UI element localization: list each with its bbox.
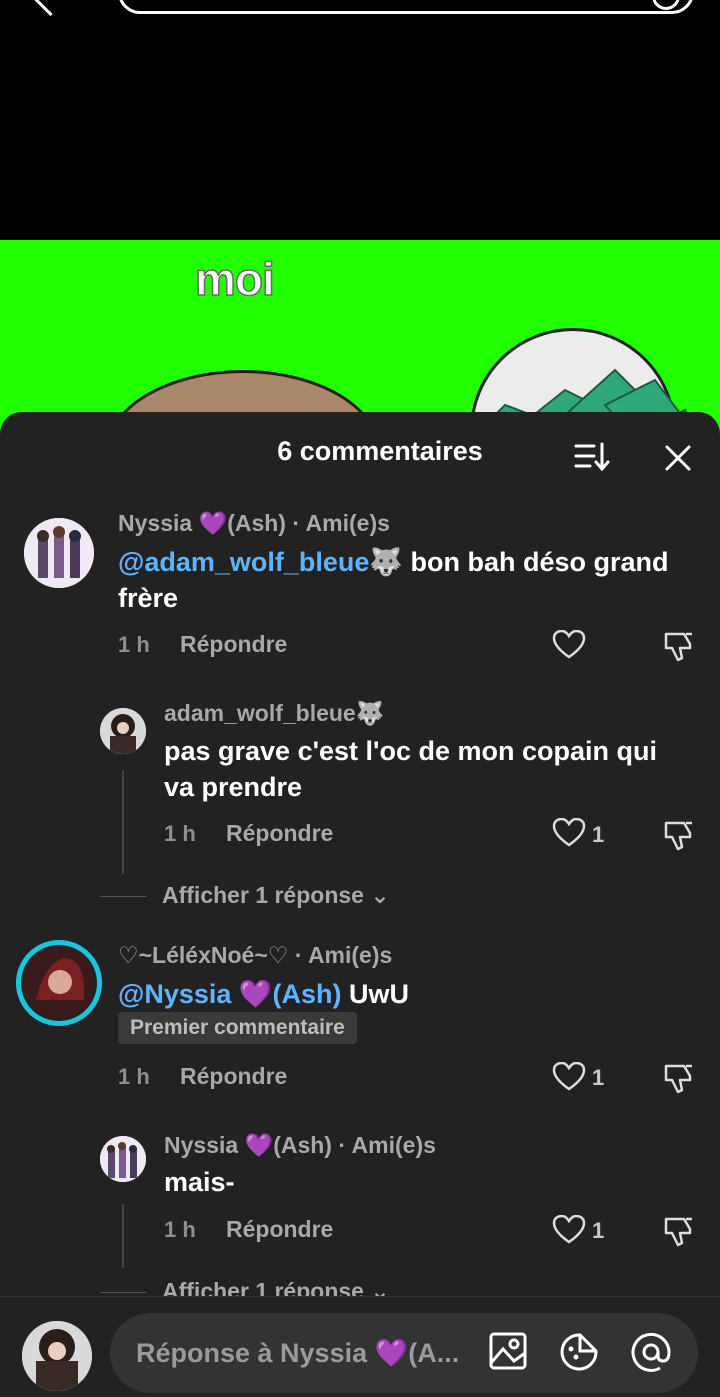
avatar[interactable]	[100, 708, 146, 754]
dislike-icon[interactable]	[662, 628, 696, 662]
heart-icon[interactable]	[552, 818, 586, 848]
heart-icon[interactable]	[552, 1215, 586, 1245]
avatar[interactable]	[24, 518, 94, 588]
comment-author[interactable]: adam_wolf_bleue🐺	[164, 700, 384, 727]
divider	[100, 1292, 146, 1293]
avatar[interactable]	[100, 1136, 146, 1182]
comment-author[interactable]: Nyssia 💜(Ash) · Ami(e)s	[164, 1132, 436, 1159]
comment-time: 1 h	[164, 1217, 196, 1242]
like-count: 1	[592, 1218, 605, 1243]
like-count: 1	[592, 1065, 605, 1090]
show-replies-button[interactable]: Afficher 1 réponse ⌄	[162, 882, 390, 909]
comment-author[interactable]: ♡~LéléxNoé~♡ · Ami(e)s	[118, 942, 392, 969]
heart-icon[interactable]	[552, 1062, 586, 1092]
comments-count-title: 6 commentaires	[277, 436, 483, 466]
at-mention-icon[interactable]	[630, 1331, 672, 1373]
video-caption: moi	[194, 252, 275, 306]
my-avatar[interactable]	[22, 1321, 92, 1391]
divider	[100, 896, 146, 897]
dislike-icon[interactable]	[662, 1213, 696, 1247]
chevron-down-icon: ⌄	[370, 882, 390, 908]
chevron-left-icon[interactable]	[32, 0, 69, 17]
reply-button[interactable]: Répondre	[180, 1063, 287, 1090]
dislike-icon[interactable]	[662, 1060, 696, 1094]
first-comment-badge: Premier commentaire	[118, 1012, 357, 1044]
dislike-icon[interactable]	[662, 817, 696, 851]
comment-text: @Nyssia 💜(Ash) UwU	[118, 979, 410, 1009]
mention-link[interactable]: @Nyssia 💜(Ash)	[118, 979, 342, 1009]
sticker-icon[interactable]	[558, 1331, 600, 1373]
reply-input-placeholder: Réponse à Nyssia 💜(A...	[136, 1338, 460, 1368]
video-preview[interactable]: moi	[0, 240, 720, 440]
comment-author[interactable]: Nyssia 💜(Ash) · Ami(e)s	[118, 510, 390, 537]
comment-time: 1 h	[118, 632, 150, 657]
mention-link[interactable]: @adam_wolf_bleue🐺	[118, 547, 403, 577]
comments-sheet: 6 commentaires Nyssia 💜(Ash) · Ami(e)s @…	[0, 412, 720, 1396]
top-bar	[0, 0, 720, 240]
reply-input[interactable]: Réponse à Nyssia 💜(A...	[110, 1313, 698, 1393]
like-count: 1	[592, 822, 605, 847]
avatar[interactable]	[16, 940, 102, 1026]
thread-line	[122, 1204, 124, 1268]
reply-composer: Réponse à Nyssia 💜(A...	[0, 1296, 720, 1397]
thread-line	[122, 770, 124, 874]
search-bar[interactable]	[118, 0, 694, 14]
reply-button[interactable]: Répondre	[180, 631, 287, 658]
comment-time: 1 h	[118, 1064, 150, 1089]
reply-button[interactable]: Répondre	[226, 820, 333, 847]
comment-text: @adam_wolf_bleue🐺 bon bah déso grand frèr…	[118, 547, 669, 613]
comment-text: mais-	[164, 1167, 235, 1197]
reply-button[interactable]: Répondre	[226, 1216, 333, 1243]
comment-text: pas grave c'est l'oc de mon copain qui va…	[164, 736, 657, 802]
sort-icon[interactable]	[574, 442, 610, 472]
image-icon[interactable]	[488, 1331, 528, 1371]
comment-time: 1 h	[164, 821, 196, 846]
close-icon[interactable]	[664, 444, 692, 472]
heart-icon[interactable]	[552, 630, 586, 660]
